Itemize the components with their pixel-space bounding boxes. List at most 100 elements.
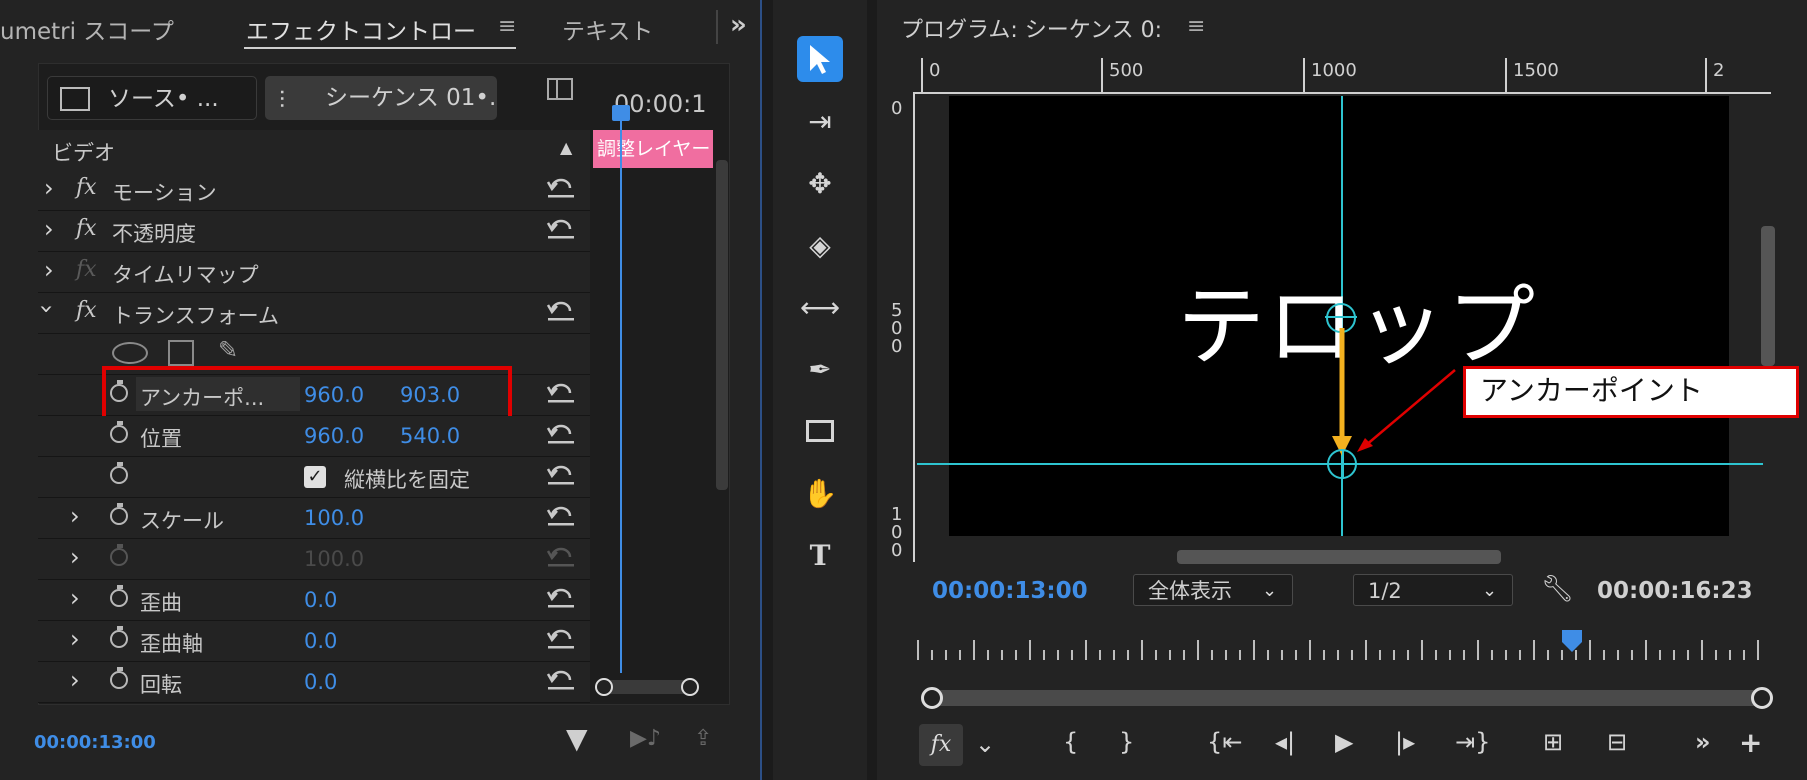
tab-text[interactable]: テキスト [562,12,653,46]
fx-toggle-button[interactable]: fx [919,724,963,766]
effect-row-transform[interactable]: › fx トランスフォーム [33,293,590,334]
current-timecode[interactable]: 00:00:13:00 [932,578,1088,604]
reset-icon[interactable] [546,176,576,200]
expand-chevron-icon[interactable]: › [44,256,54,284]
expand-chevron-icon[interactable]: › [44,174,54,202]
fx-icon[interactable]: fx [76,298,97,323]
reset-icon[interactable] [546,586,576,610]
step-back-icon[interactable]: ◂| [1275,728,1295,756]
skew-value[interactable]: 0.0 [304,588,337,612]
zoom-level-select[interactable]: 全体表示 ⌄ [1133,574,1293,606]
slip-tool-icon[interactable]: ⟷ [797,284,843,330]
caption-text[interactable]: テロップ [1177,256,1537,383]
timeline-zoom-bar[interactable] [595,678,699,696]
filter-icon[interactable]: ▼ [566,722,588,755]
reset-icon[interactable] [546,299,576,323]
stopwatch-icon[interactable] [110,462,128,484]
zoom-handle-right[interactable] [681,678,699,696]
effect-row-motion[interactable]: › fx モーション [38,170,590,211]
reset-icon[interactable] [546,422,576,446]
timeline-playhead-line[interactable] [620,108,622,673]
position-x-value[interactable]: 960.0 [304,424,364,448]
selection-tool-icon[interactable] [797,36,843,82]
mark-in-icon[interactable]: { [1063,728,1078,756]
mark-out-icon[interactable]: } [1119,728,1134,756]
play-icon[interactable]: ▶ [1335,728,1353,756]
step-forward-icon[interactable]: |▸ [1395,728,1415,756]
pen-tool-icon[interactable]: ✒ [797,346,843,392]
monitor-vertical-scrollbar[interactable] [1761,226,1775,366]
reset-icon[interactable] [546,627,576,651]
expand-chevron-icon[interactable]: › [70,543,80,571]
rotation-row[interactable]: › 回転 0.0 [38,662,590,703]
go-to-out-icon[interactable]: ⇥} [1455,728,1490,756]
stopwatch-icon[interactable] [110,421,128,443]
uniform-scale-checkbox[interactable]: ✓ [304,466,326,488]
extract-icon[interactable]: ⊟ [1607,728,1627,756]
zoom-handle-right[interactable] [1751,687,1773,709]
tab-menu-icon[interactable]: ≡ [498,14,516,39]
collapse-up-icon[interactable]: ▲ [560,138,572,157]
expand-chevron-icon[interactable]: › [44,215,54,243]
scale-row[interactable]: › スケール 100.0 [38,498,590,539]
toggle-timeline-view-icon[interactable] [547,78,573,100]
reset-icon[interactable] [546,504,576,528]
mini-timeline[interactable]: 調整レイヤー [591,105,713,700]
ripple-edit-tool-icon[interactable]: ✥ [797,160,843,206]
video-section-header[interactable]: ビデオ ▲ [38,130,590,171]
pen-mask-icon[interactable]: ✎ [218,336,238,364]
effect-row-time-remap[interactable]: › fx タイムリマップ [38,252,590,293]
expand-chevron-icon[interactable]: › [70,502,80,530]
chevron-down-icon[interactable]: ⌄ [975,730,995,758]
overflow-icon[interactable]: » [1695,728,1711,756]
stopwatch-icon[interactable] [110,503,128,525]
scale-value[interactable]: 100.0 [304,506,364,530]
reset-icon[interactable] [546,463,576,487]
add-button-icon[interactable]: + [1739,726,1762,759]
lift-icon[interactable]: ⊞ [1543,728,1563,756]
stopwatch-icon[interactable] [110,626,128,648]
collapse-chevron-icon[interactable]: › [33,304,61,314]
type-tool-icon[interactable]: T [797,532,843,578]
rotation-value[interactable]: 0.0 [304,670,337,694]
zoom-handle-left[interactable] [921,687,943,709]
effect-row-opacity[interactable]: › fx 不透明度 [38,211,590,252]
expand-chevron-icon[interactable]: › [70,625,80,653]
hand-tool-icon[interactable]: ✋ [797,470,843,516]
time-ruler[interactable] [917,636,1767,660]
stopwatch-icon[interactable] [110,585,128,607]
panel-menu-icon[interactable]: ≡ [1187,14,1205,39]
reset-icon[interactable] [546,668,576,692]
resolution-select[interactable]: 1/2 ⌄ [1353,574,1513,606]
zoom-handle-left[interactable] [595,678,613,696]
vertical-scrollbar[interactable] [716,160,728,490]
go-to-in-icon[interactable]: {⇤ [1207,728,1242,756]
tab-effect-controls[interactable]: エフェクトコントロー [246,12,476,46]
fx-icon[interactable]: fx [76,216,97,241]
ellipse-mask-icon[interactable] [112,342,148,364]
skew-axis-value[interactable]: 0.0 [304,629,337,653]
source-clip-button[interactable]: ソース• ... [47,76,257,120]
tab-overflow-icon[interactable]: » [730,10,747,40]
reset-icon[interactable] [546,381,576,405]
monitor-playhead[interactable] [1562,630,1582,652]
monitor-zoom-bar[interactable] [921,687,1773,709]
rectangle-tool-icon[interactable] [797,408,843,454]
track-select-tool-icon[interactable]: ⇥ [797,98,843,144]
razor-tool-icon[interactable]: ◈ [797,222,843,268]
expand-chevron-icon[interactable]: › [70,584,80,612]
position-row[interactable]: 位置 960.0 540.0 [38,416,590,457]
monitor-horizontal-scrollbar[interactable] [1177,550,1501,564]
stopwatch-icon[interactable] [110,667,128,689]
sequence-clip-button[interactable]: ⫶ シーケンス 01•... [265,76,497,120]
rectangle-mask-icon[interactable] [168,340,194,366]
skew-row[interactable]: › 歪曲 0.0 [38,580,590,621]
position-y-value[interactable]: 540.0 [400,424,460,448]
tab-lumetri-scopes[interactable]: umetri スコープ [0,12,174,46]
timeline-playhead-handle[interactable] [612,105,630,121]
fx-icon[interactable]: fx [76,175,97,200]
reset-icon[interactable] [546,217,576,241]
expand-chevron-icon[interactable]: › [70,666,80,694]
adjustment-layer-clip[interactable]: 調整レイヤー [593,130,713,168]
skew-axis-row[interactable]: › 歪曲軸 0.0 [38,621,590,662]
